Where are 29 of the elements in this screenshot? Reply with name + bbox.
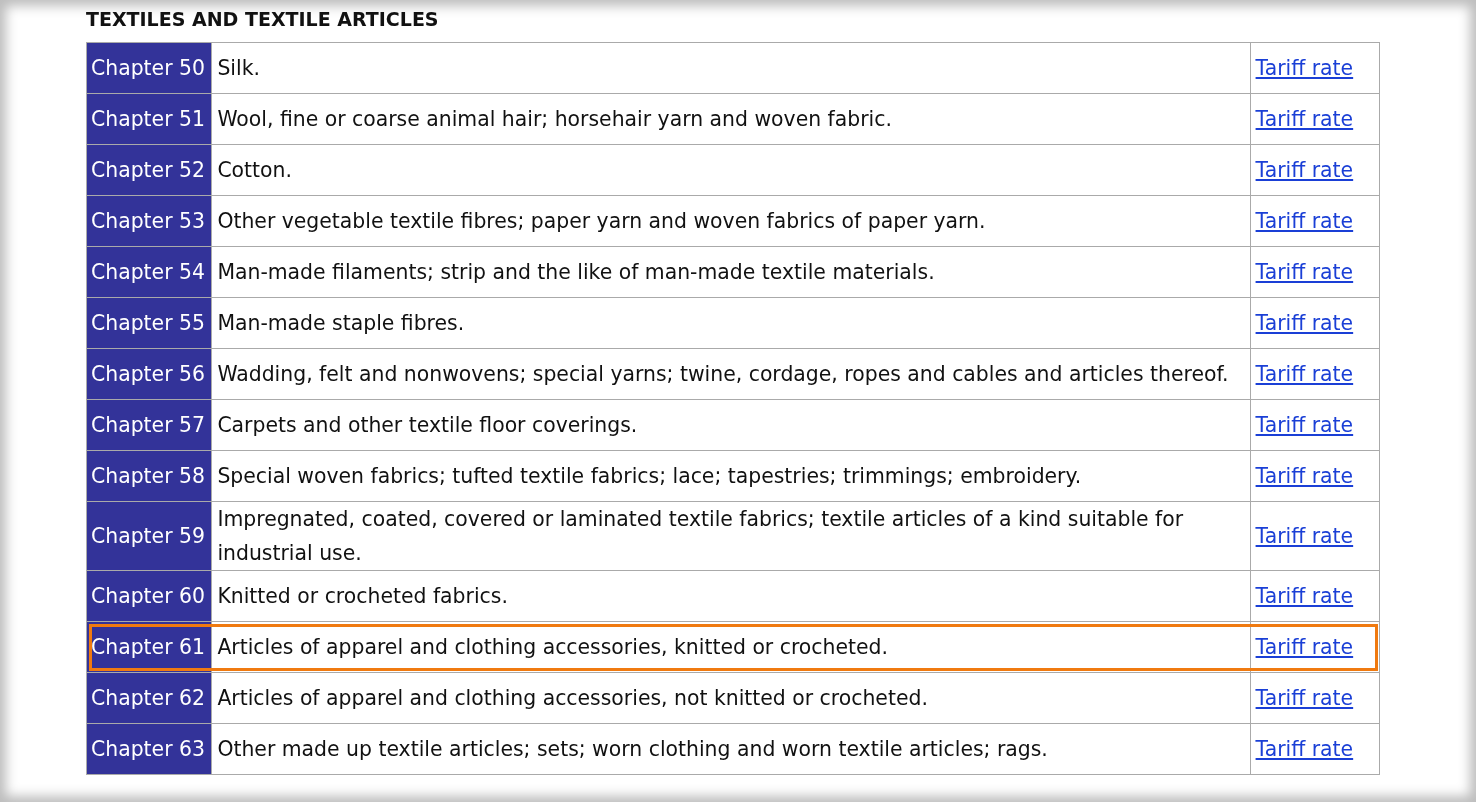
chapter-cell: Chapter 51 [86, 93, 212, 145]
chapter-cell: Chapter 54 [86, 246, 212, 298]
chapter-cell: Chapter 62 [86, 672, 212, 724]
description-cell: Other made up textile articles; sets; worn clothing and worn textile articles; rags. [211, 723, 1251, 775]
description-cell: Man-made staple fibres. [211, 297, 1251, 349]
chapter-cell: Chapter 55 [86, 297, 212, 349]
chapter-cell: Chapter 52 [86, 144, 212, 196]
description-cell: Carpets and other textile floor coverings. [211, 399, 1251, 451]
description-cell: Wool, fine or coarse animal hair; horsehair yarn and woven fabric. [211, 93, 1251, 145]
chapter-cell: Chapter 56 [86, 348, 212, 400]
chapter-cell: Chapter 59 [86, 501, 212, 571]
chapter-cell: Chapter 50 [86, 42, 212, 94]
chapter-cell: Chapter 58 [86, 450, 212, 502]
chapter-cell: Chapter 63 [86, 723, 212, 775]
description-cell: Special woven fabrics; tufted textile fabrics; lace; tapestries; trimmings; embroidery. [211, 450, 1251, 502]
description-cell: Wadding, felt and nonwovens; special yarns; twine, cordage, ropes and cables and articles thereof. [211, 348, 1251, 400]
section-heading: TEXTILES AND TEXTILE ARTICLES [86, 8, 440, 30]
description-cell: Man-made filaments; strip and the like of man-made textile materials. [211, 246, 1251, 298]
chapter-cell: Chapter 60 [86, 570, 212, 622]
description-cell: Cotton. [211, 144, 1251, 196]
chapter-cell: Chapter 57 [86, 399, 212, 451]
chapter-cell: Chapter 53 [86, 195, 212, 247]
description-cell: Impregnated, coated, covered or laminated textile fabrics; textile articles of a kind suitable for industrial use. [211, 501, 1251, 571]
description-cell: Articles of apparel and clothing accessories, not knitted or crocheted. [211, 672, 1251, 724]
description-cell: Silk. [211, 42, 1251, 94]
description-cell: Other vegetable textile fibres; paper yarn and woven fabrics of paper yarn. [211, 195, 1251, 247]
chapter-cell: Chapter 61 [86, 621, 212, 673]
description-cell: Articles of apparel and clothing accessories, knitted or crocheted. [211, 621, 1251, 673]
description-cell: Knitted or crocheted fabrics. [211, 570, 1251, 622]
